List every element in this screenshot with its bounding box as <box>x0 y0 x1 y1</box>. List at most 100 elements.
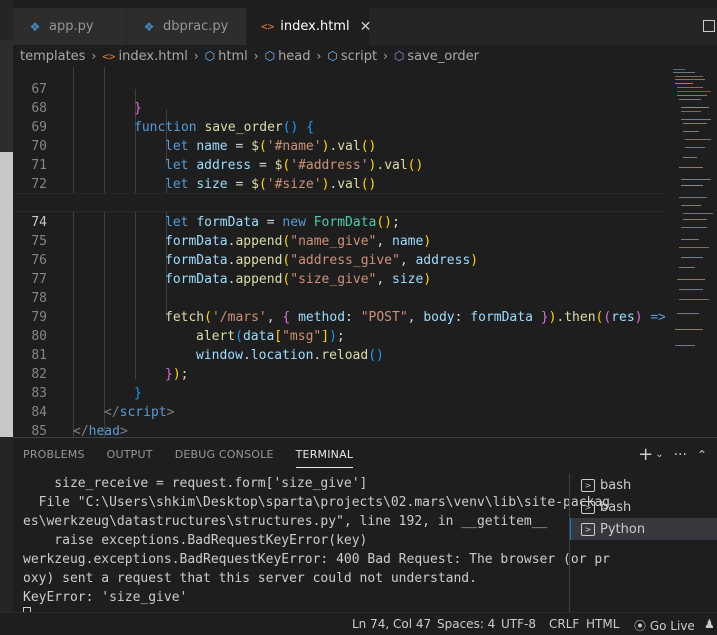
terminal-icon: > <box>581 500 595 514</box>
sidebar-edge <box>0 0 13 612</box>
code-line: 75 formData.append("address_give", addre… <box>13 213 665 268</box>
close-icon[interactable]: ✕ <box>360 19 372 35</box>
minimap-line <box>679 167 703 168</box>
cursor-position[interactable]: Ln 74, Col 47 <box>352 617 431 631</box>
terminal-list: > bash > bash > Python <box>569 474 717 613</box>
tab-label: app.py <box>49 19 94 34</box>
terminal-line: size_receive = request.form['size_give'] <box>23 476 368 491</box>
chevron-right-icon: › <box>91 49 97 63</box>
minimap-line <box>675 83 693 84</box>
breadcrumb-html[interactable]: html <box>218 49 248 64</box>
minimap-line <box>679 299 709 300</box>
terminal-item-label: bash <box>600 477 632 493</box>
tab-label: dbprac.py <box>163 19 229 34</box>
bottom-panel: PROBLEMS OUTPUT DEBUG CONSOLE TERMINAL +… <box>13 437 717 623</box>
split-editor-icon[interactable] <box>703 20 715 32</box>
minimap-line <box>675 345 695 346</box>
terminal-item-label: Python <box>600 521 646 537</box>
minimap-line <box>681 119 711 120</box>
minimap-line <box>677 91 711 92</box>
breadcrumb-index-html[interactable]: index.html <box>119 49 188 64</box>
minimap-line <box>677 313 699 314</box>
code-line: 73 let formData = new FormData(); <box>13 175 665 230</box>
code-line: 70 let address = $('#address').val() <box>13 118 665 173</box>
tab-terminal[interactable]: TERMINAL <box>295 448 354 468</box>
minimap-line <box>683 213 713 214</box>
account-icon[interactable]: ♟ <box>704 617 715 631</box>
code-line: 68 function save_order() { <box>13 80 665 135</box>
code-line: 81 }); <box>13 327 665 382</box>
minimap-line <box>685 147 705 148</box>
terminal-item-bash[interactable]: > bash <box>570 474 717 496</box>
code-line: 67 } <box>13 67 665 116</box>
status-bar: Ln 74, Col 47 Spaces: 4 UTF-8 CRLF HTML … <box>0 612 717 635</box>
minimap-line <box>675 329 703 330</box>
minimap-line <box>679 99 701 100</box>
encoding[interactable]: UTF-8 <box>501 617 536 631</box>
breadcrumb-script[interactable]: script <box>341 49 377 64</box>
breadcrumb-head[interactable]: head <box>278 49 310 64</box>
terminal-output[interactable]: size_receive = request.form['size_give']… <box>23 474 610 626</box>
minimap-line <box>681 185 703 186</box>
go-live-label: Go Live <box>649 619 695 633</box>
terminal-item-bash[interactable]: > bash <box>570 496 717 518</box>
minimap-line <box>685 139 711 140</box>
tab-output[interactable]: OUTPUT <box>107 448 153 468</box>
minimap-line <box>683 219 707 220</box>
minimap-line <box>681 107 709 108</box>
terminal-item-python[interactable]: > Python <box>570 518 717 540</box>
language-mode[interactable]: HTML <box>586 617 619 631</box>
terminal-line: File "C:\Users\shkim\Desktop\sparta\proj… <box>23 495 610 510</box>
indentation[interactable]: Spaces: 4 <box>437 617 495 631</box>
panel-tabs: PROBLEMS OUTPUT DEBUG CONSOLE TERMINAL <box>23 448 375 468</box>
code-line: 79 alert(data["msg"]); <box>13 289 665 344</box>
minimap-line <box>683 123 707 124</box>
minimap-line <box>677 279 705 280</box>
terminal-line: werkzeug.exceptions.BadRequestKeyError: … <box>23 552 610 567</box>
chevron-right-icon: › <box>316 49 322 63</box>
code-line: 71 let size = $('#size').val() <box>13 137 665 192</box>
element-icon: ⬡ <box>204 49 216 63</box>
method-icon: ⬡ <box>393 49 405 63</box>
chevron-right-icon: › <box>253 49 259 63</box>
code-editor[interactable]: 67 } 68 function save_order() { 69 let n… <box>13 67 665 437</box>
minimap-line <box>677 95 707 96</box>
code-line: 78 fetch('/mars', { method: "POST", body… <box>13 270 665 325</box>
minimap-line <box>683 131 699 132</box>
terminal-line: KeyError: 'size_give' <box>23 590 188 605</box>
new-terminal-icon[interactable]: + <box>638 444 653 465</box>
code-line-current: 74 formData.append("name_give", name) <box>13 193 665 249</box>
tab-app-py[interactable]: ❖ app.py <box>13 8 127 45</box>
tab-index-html[interactable]: <> index.html ✕ <box>247 8 372 45</box>
line-ending[interactable]: CRLF <box>549 617 579 631</box>
chevron-down-icon[interactable]: ⌄ <box>655 449 663 460</box>
tab-dbprac-py[interactable]: ❖ dbprac.py <box>127 8 247 45</box>
element-icon: ⬡ <box>327 49 338 63</box>
broadcast-icon: ⦿ <box>634 619 647 633</box>
editor-tab-bar: ❖ app.py ❖ dbprac.py <> index.html ✕ <box>13 8 717 45</box>
terminal-line: raise exceptions.BadRequestKeyError(key) <box>23 533 368 548</box>
sidebar-edge-highlight <box>0 152 13 437</box>
html-icon: <> <box>102 49 116 63</box>
tab-problems[interactable]: PROBLEMS <box>23 448 85 468</box>
code-line: 80 window.location.reload() <box>13 308 665 363</box>
maximize-icon[interactable]: ⌃ <box>697 448 707 462</box>
chevron-right-icon: › <box>193 49 199 63</box>
go-live-button[interactable]: ⦿ Go Live <box>634 617 695 634</box>
minimap-line <box>681 227 707 228</box>
code-line: 84 </head> <box>13 384 665 437</box>
code-line: 77 <box>13 251 665 287</box>
minimap[interactable] <box>665 67 717 437</box>
breadcrumb-templates[interactable]: templates <box>20 49 85 64</box>
minimap-line <box>681 179 711 180</box>
terminal-line: es\werkzeug\datastructures\structures.py… <box>23 514 548 529</box>
python-icon: ❖ <box>29 19 41 34</box>
minimap-line <box>677 87 703 88</box>
minimap-line <box>675 76 703 77</box>
breadcrumb: templates › <> index.html › ⬡ html › ⬡ h… <box>13 45 717 67</box>
tab-label: index.html <box>280 19 350 34</box>
minimap-line <box>679 197 707 198</box>
more-icon[interactable]: ··· <box>674 447 687 463</box>
tab-debug-console[interactable]: DEBUG CONSOLE <box>175 448 274 468</box>
breadcrumb-save-order[interactable]: save_order <box>407 49 479 64</box>
